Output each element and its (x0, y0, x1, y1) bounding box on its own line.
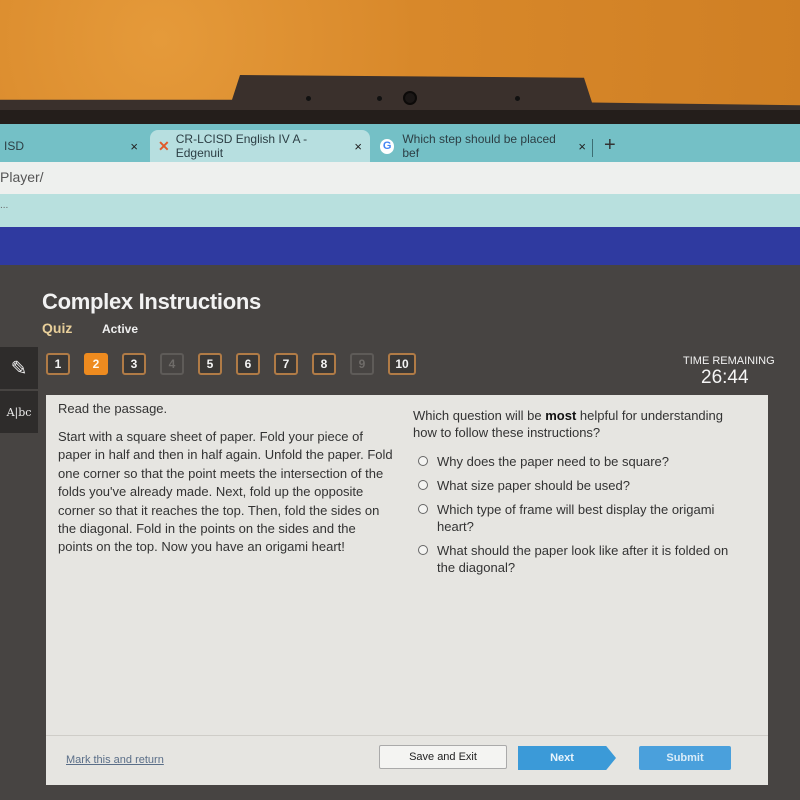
answer-option[interactable]: What size paper should be used? (416, 477, 746, 494)
tab-title: CR-LCISD English IV A - Edgenuit (175, 132, 308, 160)
quiz-footer: Mark this and return Save and Exit Next … (46, 735, 768, 785)
question-button-3[interactable]: 3 (122, 353, 146, 375)
question-button-8[interactable]: 8 (312, 353, 336, 375)
timer-value: 26:44 (701, 367, 749, 388)
tab-title: ISD (4, 139, 25, 153)
question-prefix: Which question will be (413, 408, 546, 423)
radio-button[interactable] (418, 480, 428, 490)
submit-button[interactable]: Submit (639, 746, 731, 770)
question-prompt: Which question will be most helpful for … (413, 407, 743, 441)
timer-label: TIME REMAINING (683, 355, 775, 367)
pencil-icon: ✎ (10, 357, 28, 380)
dictionary-icon: A|bc (6, 405, 32, 419)
close-icon[interactable]: × (130, 139, 138, 154)
close-icon[interactable]: × (578, 139, 586, 154)
dictionary-tool-button[interactable]: A|bc (0, 391, 38, 433)
bookmarks-bar: ... (0, 194, 800, 228)
radio-button[interactable] (418, 456, 428, 466)
sensor-dot (377, 96, 382, 101)
browser-tab[interactable]: G Which step should be placed bef × (372, 130, 594, 162)
question-button-6[interactable]: 6 (236, 353, 260, 375)
mark-and-return-link[interactable]: Mark this and return (66, 754, 164, 766)
answer-options: Why does the paper need to be square? Wh… (416, 453, 746, 583)
question-button-5[interactable]: 5 (198, 353, 222, 375)
screen: ISD × ✕ CR-LCISD English IV A - Edgenuit… (0, 124, 800, 800)
answer-option-text: What size paper should be used? (437, 478, 630, 493)
webcam-icon (403, 91, 417, 105)
question-button-1[interactable]: 1 (46, 353, 70, 375)
lesson-title: Complex Instructions (42, 289, 261, 314)
browser-tab[interactable]: ISD × (0, 130, 146, 162)
edgenuity-favicon-icon: ✕ (158, 137, 170, 154)
answer-option-text: Why does the paper need to be square? (437, 454, 669, 469)
quiz-player: Complex Instructions Quiz Active ✎ A|bc … (0, 265, 800, 800)
browser-tab-active[interactable]: ✕ CR-LCISD English IV A - Edgenuit × (150, 130, 370, 162)
sensor-dot (306, 96, 311, 101)
question-button-2[interactable]: 2 (84, 353, 108, 375)
answer-option[interactable]: Which type of frame will best display th… (416, 501, 746, 535)
google-favicon-icon: G (380, 138, 395, 154)
radio-button[interactable] (418, 545, 428, 555)
new-tab-button[interactable]: + (604, 134, 616, 157)
question-button-7[interactable]: 7 (274, 353, 298, 375)
tab-title: Which step should be placed bef (402, 132, 556, 160)
question-panel: Read the passage. Start with a square sh… (46, 395, 768, 785)
site-header-bar (0, 227, 800, 265)
lesson-status: Active (102, 322, 139, 336)
close-icon[interactable]: × (354, 139, 362, 154)
question-button-9: 9 (350, 353, 374, 375)
question-emphasis: most (545, 408, 577, 423)
answer-option[interactable]: What should the paper look like after it… (416, 542, 746, 576)
passage-text: Start with a square sheet of paper. Fold… (58, 429, 393, 555)
answer-option-text: Which type of frame will best display th… (437, 502, 715, 534)
answer-option-text: What should the paper look like after it… (437, 543, 729, 575)
pencil-tool-button[interactable]: ✎ (0, 347, 38, 389)
save-and-exit-button[interactable]: Save and Exit (379, 745, 507, 769)
question-button-4: 4 (160, 353, 184, 375)
question-navigation: 1 2 3 4 5 6 7 8 9 10 (46, 353, 430, 375)
browser-tabstrip: ISD × ✕ CR-LCISD English IV A - Edgenuit… (0, 124, 800, 162)
passage-intro: Read the passage. (58, 401, 168, 416)
address-bar[interactable]: Player/ (0, 162, 800, 194)
tab-divider (592, 139, 593, 157)
question-button-10[interactable]: 10 (388, 353, 416, 375)
sensor-dot (515, 96, 520, 101)
answer-option[interactable]: Why does the paper need to be square? (416, 453, 746, 470)
next-button[interactable]: Next (518, 746, 616, 770)
radio-button[interactable] (418, 504, 428, 514)
lesson-type: Quiz (42, 320, 73, 336)
